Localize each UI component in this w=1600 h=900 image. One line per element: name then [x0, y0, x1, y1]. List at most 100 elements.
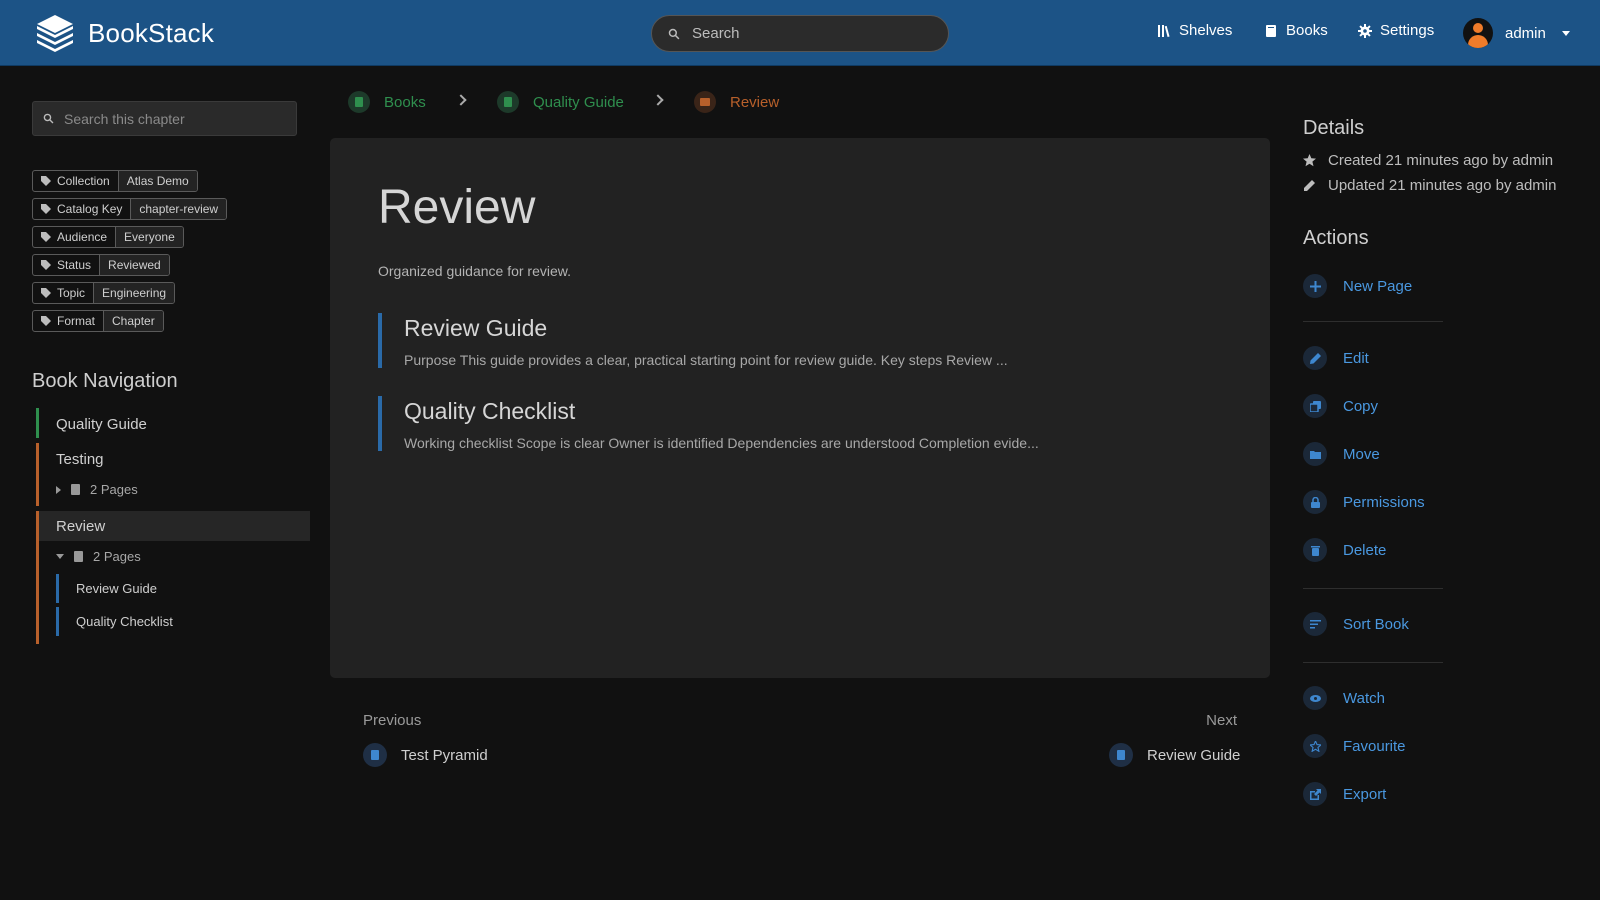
tag-value: Atlas Demo	[118, 171, 197, 191]
book-nav-testing-pages-toggle[interactable]: 2 Pages	[56, 482, 138, 497]
folder-icon	[1303, 442, 1327, 466]
tag[interactable]: Catalog Key chapter-review	[32, 198, 228, 220]
nav-settings-label: Settings	[1380, 22, 1435, 39]
export-label: Export	[1343, 785, 1387, 803]
list-item[interactable]: Quality Checklist Working checklist Scop…	[378, 396, 1238, 451]
updated-text: Updated 21 minutes ago by admin	[1328, 177, 1557, 194]
permissions-button[interactable]: Permissions	[1303, 490, 1425, 514]
tag[interactable]: Format Chapter	[32, 310, 164, 332]
chapter-search[interactable]	[32, 101, 297, 136]
previous-page-title: Test Pyramid	[401, 746, 488, 764]
export-icon	[1303, 782, 1327, 806]
delete-button[interactable]: Delete	[1303, 538, 1386, 562]
tag-icon	[41, 232, 51, 242]
tag[interactable]: Audience Everyone	[32, 226, 184, 248]
search-icon	[43, 113, 54, 124]
breadcrumb-books[interactable]: Books	[348, 91, 426, 113]
tag-value: Reviewed	[100, 255, 169, 275]
nav-settings[interactable]: Settings	[1358, 22, 1434, 39]
tag[interactable]: Topic Engineering	[32, 282, 176, 304]
tag-list: Collection Atlas Demo Catalog Key chapte…	[32, 170, 228, 338]
global-search[interactable]	[651, 15, 949, 52]
new-page-label: New Page	[1343, 277, 1413, 295]
copy-icon	[1303, 394, 1327, 418]
nav-shelves[interactable]: Shelves	[1157, 22, 1232, 39]
entry-title: Review Guide	[404, 315, 548, 341]
books-icon	[348, 91, 370, 113]
tag-key: Status	[57, 258, 92, 272]
breadcrumb-books-label: Books	[384, 93, 426, 111]
page-icon	[1109, 743, 1133, 767]
sort-book-button[interactable]: Sort Book	[1303, 612, 1409, 636]
avatar	[1463, 18, 1493, 48]
star-icon	[1303, 154, 1316, 167]
sort-icon	[1303, 612, 1327, 636]
next-page-title: Review Guide	[1147, 746, 1241, 764]
next-page-link[interactable]: Review Guide	[1109, 743, 1240, 767]
book-nav-review-pages-toggle[interactable]: 2 Pages	[56, 549, 141, 564]
watch-button[interactable]: Watch	[1303, 686, 1385, 710]
copy-label: Copy	[1343, 397, 1379, 415]
tag[interactable]: Status Reviewed	[32, 254, 170, 276]
breadcrumb-book-label: Quality Guide	[533, 93, 624, 111]
book-nav-chapter-marker	[36, 443, 39, 506]
favourite-label: Favourite	[1343, 737, 1406, 755]
details-title: Details	[1303, 117, 1365, 139]
chevron-right-icon	[652, 94, 664, 106]
page-title: Review	[378, 181, 536, 234]
list-item[interactable]: Review Guide Purpose This guide provides…	[378, 313, 1238, 368]
eye-icon	[1303, 686, 1327, 710]
book-nav-quality-checklist[interactable]: Quality Checklist	[76, 614, 173, 629]
user-name: admin	[1505, 24, 1546, 42]
tag[interactable]: Collection Atlas Demo	[32, 170, 198, 192]
divider	[1303, 662, 1443, 663]
chapter-search-input[interactable]	[64, 110, 284, 127]
move-label: Move	[1343, 445, 1380, 463]
expand-icon	[56, 485, 61, 494]
favourite-button[interactable]: Favourite	[1303, 734, 1406, 758]
pencil-icon	[1304, 180, 1315, 191]
export-button[interactable]: Export	[1303, 782, 1386, 806]
breadcrumb-chapter[interactable]: Review	[694, 91, 779, 113]
user-menu[interactable]: admin	[1463, 18, 1570, 48]
search-input[interactable]	[692, 25, 932, 42]
divider	[1303, 588, 1443, 589]
new-page-button[interactable]: New Page	[1303, 274, 1412, 298]
nav-books[interactable]: Books	[1264, 22, 1328, 39]
shelves-icon	[1158, 24, 1170, 37]
pages-count: 2 Pages	[90, 482, 138, 497]
book-nav-chapter-marker	[36, 511, 39, 644]
tag-key: Catalog Key	[57, 202, 123, 216]
app-name: BookStack	[88, 17, 215, 48]
previous-label: Previous	[363, 712, 422, 729]
book-nav-page-marker	[36, 408, 39, 438]
page-marker	[56, 607, 59, 636]
nav-books-label: Books	[1286, 22, 1328, 39]
watch-label: Watch	[1343, 689, 1385, 707]
previous-page-link[interactable]: Test Pyramid	[363, 743, 488, 767]
copy-button[interactable]: Copy	[1303, 394, 1378, 418]
breadcrumb-book[interactable]: Quality Guide	[497, 91, 624, 113]
nav-shelves-label: Shelves	[1179, 22, 1233, 39]
books-icon	[1266, 24, 1276, 37]
book-nav-review[interactable]: Review	[56, 518, 105, 535]
tag-icon	[41, 288, 51, 298]
chapter-description: Organized guidance for review.	[378, 263, 571, 279]
permissions-label: Permissions	[1343, 493, 1425, 511]
book-navigation-title: Book Navigation	[32, 370, 178, 392]
tag-value: Chapter	[104, 311, 163, 331]
book-nav-review-guide[interactable]: Review Guide	[76, 581, 157, 596]
chevron-right-icon	[455, 94, 467, 106]
app-logo[interactable]: BookStack	[34, 14, 214, 52]
gear-icon	[1358, 23, 1372, 38]
page-icon	[74, 551, 83, 562]
edit-button[interactable]: Edit	[1303, 346, 1369, 370]
tag-icon	[41, 316, 51, 326]
book-nav-quality-guide[interactable]: Quality Guide	[56, 416, 147, 433]
created-meta: Created 21 minutes ago by admin	[1303, 152, 1553, 169]
book-nav-testing[interactable]: Testing	[56, 451, 104, 468]
page-icon	[363, 743, 387, 767]
tag-icon	[41, 204, 51, 214]
move-button[interactable]: Move	[1303, 442, 1380, 466]
tag-value: Everyone	[116, 227, 183, 247]
